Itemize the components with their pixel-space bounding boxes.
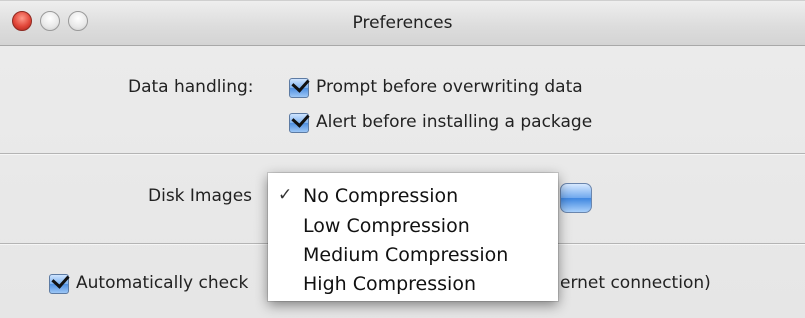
window-title: Preferences	[352, 13, 453, 33]
disk-images-popup-button[interactable]	[560, 183, 592, 213]
menu-item-label: Low Compression	[303, 215, 470, 237]
prompt-overwrite-label[interactable]: Prompt before overwriting data	[316, 77, 583, 97]
menu-item-label: Medium Compression	[303, 244, 509, 266]
data-handling-label: Data handling:	[128, 77, 254, 97]
menu-item-label: High Compression	[303, 273, 476, 295]
menu-item-low-compression[interactable]: Low Compression	[268, 215, 558, 243]
checkmark-icon: ✓	[278, 185, 293, 205]
menu-item-medium-compression[interactable]: Medium Compression	[268, 244, 558, 272]
menu-item-no-compression[interactable]: ✓ No Compression	[268, 185, 558, 213]
prompt-overwrite-checkbox[interactable]	[289, 78, 309, 98]
menu-item-label: No Compression	[303, 185, 459, 207]
separator	[0, 153, 805, 155]
title-bar: Preferences	[0, 1, 805, 46]
auto-update-checkbox[interactable]	[49, 274, 69, 294]
preferences-window: Preferences Data handling: Prompt before…	[0, 0, 805, 318]
auto-update-label-tail: ernet connection)	[560, 273, 711, 293]
disk-images-label: Disk Images	[148, 186, 253, 206]
auto-update-label[interactable]: Automatically check	[76, 273, 248, 293]
alert-install-label[interactable]: Alert before installing a package	[316, 112, 592, 132]
compression-menu: ✓ No Compression Low Compression Medium …	[268, 173, 558, 301]
menu-item-high-compression[interactable]: High Compression	[268, 273, 558, 301]
alert-install-checkbox[interactable]	[289, 113, 309, 133]
